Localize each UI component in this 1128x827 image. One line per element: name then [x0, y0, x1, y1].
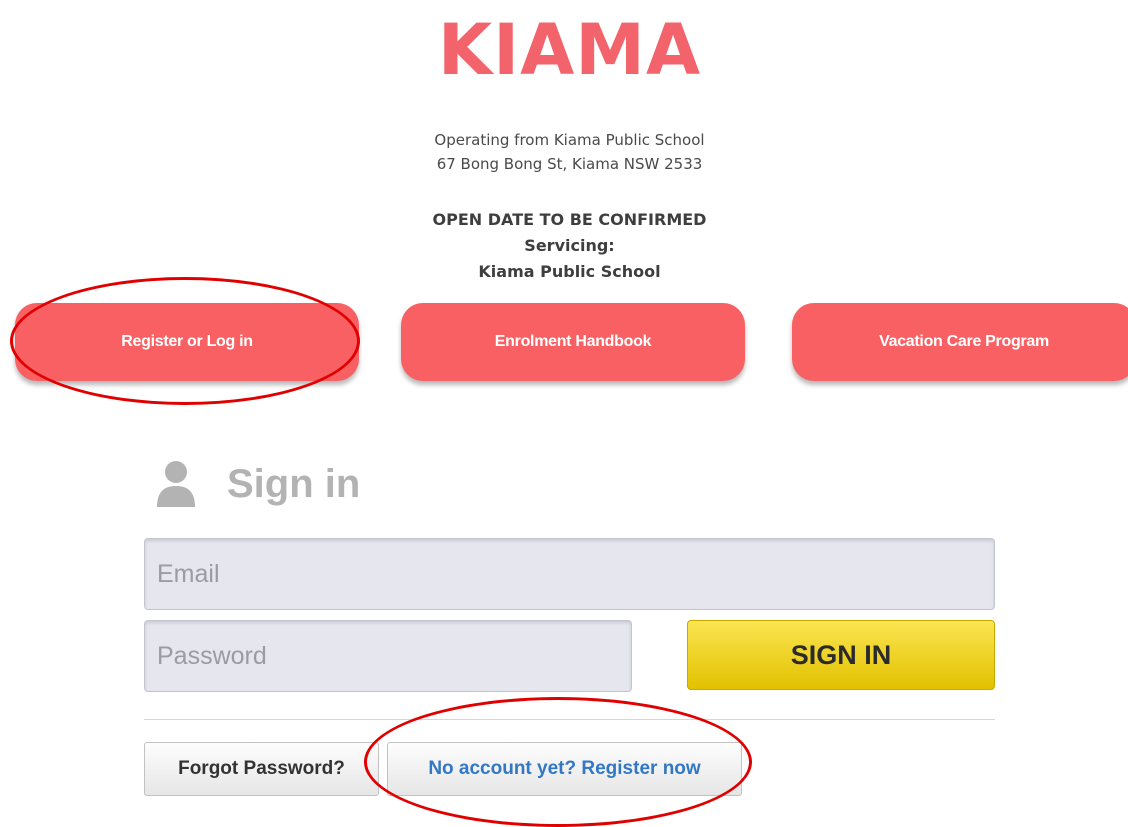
password-field[interactable] [144, 620, 632, 692]
address-block: Operating from Kiama Public School 67 Bo… [0, 128, 1128, 176]
servicing-label: Servicing: [524, 236, 615, 255]
forgot-password-button[interactable]: Forgot Password? [144, 742, 379, 796]
register-now-link[interactable]: No account yet? Register now [387, 742, 742, 796]
brand-logo: KIAMA [437, 9, 702, 91]
servicing-school: Kiama Public School [478, 262, 661, 281]
register-or-login-button[interactable]: Register or Log in [15, 303, 359, 381]
sign-in-button[interactable]: SIGN IN [687, 620, 995, 690]
opening-info: OPEN DATE TO BE CONFIRMED Servicing: Kia… [0, 207, 1128, 285]
open-date-notice: OPEN DATE TO BE CONFIRMED [432, 210, 707, 229]
signin-title: Sign in [227, 461, 361, 506]
user-icon [157, 461, 195, 507]
address-line-1: Operating from Kiama Public School [434, 131, 705, 149]
vacation-care-program-button[interactable]: Vacation Care Program [792, 303, 1128, 381]
divider [144, 719, 995, 720]
signin-header: Sign in [155, 452, 360, 516]
address-line-2: 67 Bong Bong St, Kiama NSW 2533 [436, 155, 703, 173]
email-field[interactable] [144, 538, 995, 610]
enrolment-handbook-button[interactable]: Enrolment Handbook [401, 303, 745, 381]
